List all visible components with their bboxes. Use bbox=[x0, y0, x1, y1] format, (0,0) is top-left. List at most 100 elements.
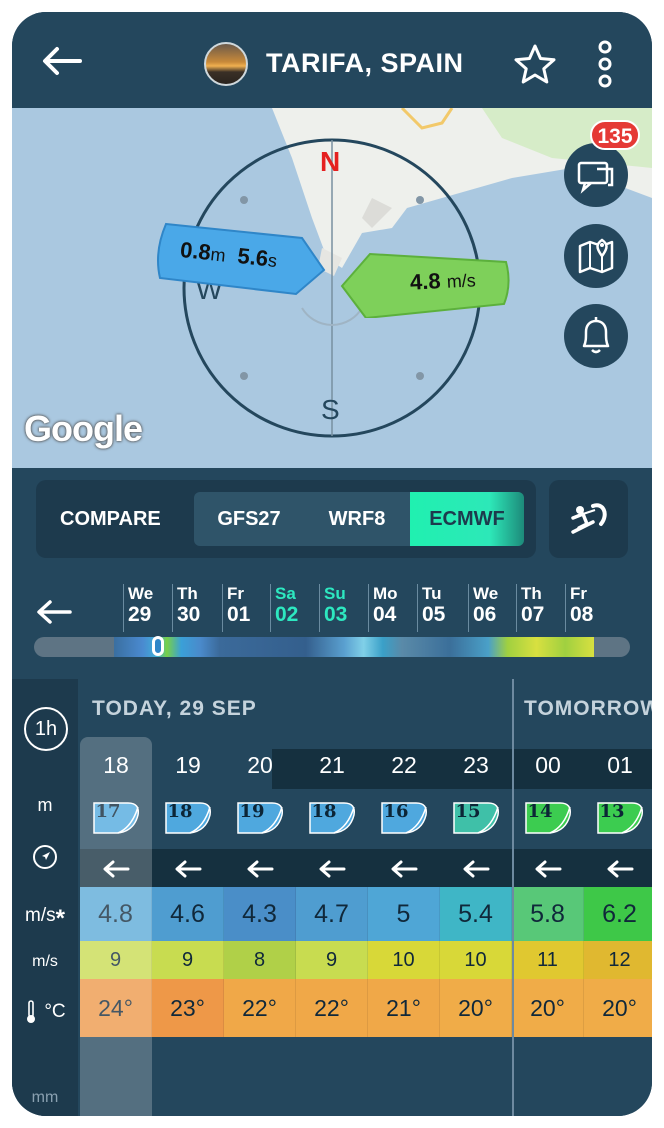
day-date: 06 bbox=[473, 603, 497, 626]
model-compare-bar: COMPARE GFS27 WRF8 ECMWF bbox=[36, 480, 536, 558]
wave-height-value: 17 bbox=[95, 801, 121, 822]
hour-cell[interactable]: 19 bbox=[152, 741, 224, 789]
wind-speed-cell: 4.3 bbox=[224, 887, 296, 941]
temp-unit-label: °C bbox=[44, 1001, 66, 1023]
hour-cell[interactable]: 18 bbox=[80, 741, 152, 789]
wave-height-value: 18 bbox=[167, 801, 193, 822]
wind-direction-arrow-icon bbox=[391, 860, 418, 878]
wind-speed-cell: 5.8 bbox=[512, 887, 584, 941]
day-name: Sa bbox=[275, 584, 296, 603]
wind-unit: m/s bbox=[446, 270, 477, 292]
timeline-handle[interactable] bbox=[152, 636, 164, 656]
wave-height: 0.8 bbox=[179, 236, 213, 266]
wind-reading: 4.8 m/s bbox=[409, 266, 476, 295]
wind-gust-cell: 9 bbox=[152, 941, 224, 979]
wave-height-value: 18 bbox=[311, 801, 337, 822]
day-name: We bbox=[128, 584, 154, 603]
day-tab[interactable]: Su 03 bbox=[319, 584, 365, 632]
day-tab[interactable]: Fr 08 bbox=[565, 584, 611, 632]
day-name: Th bbox=[521, 584, 542, 603]
day-tab[interactable]: Tu 05 bbox=[417, 584, 463, 632]
back-arrow-icon[interactable] bbox=[42, 46, 82, 76]
hour-cell[interactable]: 23 bbox=[440, 741, 512, 789]
map-pin-icon bbox=[578, 238, 614, 274]
alerts-button[interactable] bbox=[564, 304, 628, 368]
day-tab[interactable]: We 29 bbox=[123, 584, 169, 632]
top-bar: TARIFA, SPAIN bbox=[12, 12, 652, 108]
more-vertical-icon[interactable] bbox=[594, 40, 616, 88]
wind-speed-cell: 5 bbox=[368, 887, 440, 941]
wave-row-label: m bbox=[37, 795, 53, 815]
day-tab[interactable]: We 06 bbox=[468, 584, 514, 632]
days-back-arrow-icon[interactable] bbox=[36, 598, 72, 626]
day-separator bbox=[512, 679, 514, 1116]
wind-asterisk: * bbox=[55, 905, 65, 932]
forecast-table[interactable]: 1h m m/s* m/s °C mm TODAY, 29 SEP TOMORR… bbox=[12, 679, 652, 1116]
google-logo: Google bbox=[24, 408, 143, 449]
compare-button[interactable]: COMPARE bbox=[60, 508, 161, 531]
wave-period: 5.6 bbox=[236, 243, 270, 272]
wind-direction-arrow-icon bbox=[247, 860, 274, 878]
wind-direction-arrow-icon bbox=[175, 860, 202, 878]
forecast-timeline[interactable] bbox=[34, 637, 630, 657]
hour-cell[interactable]: 01 bbox=[584, 741, 652, 789]
day-tab[interactable]: Mo 04 bbox=[368, 584, 414, 632]
page-title: TARIFA, SPAIN bbox=[266, 48, 464, 78]
day-name: Su bbox=[324, 584, 346, 603]
interval-toggle[interactable]: 1h bbox=[24, 707, 68, 751]
wind-direction-arrow-icon bbox=[319, 860, 346, 878]
map-layers-button[interactable] bbox=[564, 224, 628, 288]
wave-height-value: 16 bbox=[383, 801, 409, 822]
day-date: 29 bbox=[128, 603, 152, 626]
activity-button[interactable] bbox=[549, 480, 628, 558]
wind-gust-cell: 9 bbox=[80, 941, 152, 979]
hour-cell[interactable]: 21 bbox=[296, 741, 368, 789]
model-tab-wrf8[interactable]: WRF8 bbox=[304, 492, 410, 546]
thermometer-icon bbox=[27, 1000, 36, 1023]
wind-gust-cell: 10 bbox=[440, 941, 512, 979]
wind-speed-cell: 5.4 bbox=[440, 887, 512, 941]
direction-compass-icon bbox=[33, 845, 57, 869]
temperature-cell: 23° bbox=[152, 979, 224, 1037]
day-tab[interactable]: Th 07 bbox=[516, 584, 562, 632]
day-date: 30 bbox=[177, 603, 201, 626]
day-date: 08 bbox=[570, 603, 594, 626]
wind-speed-cell: 6.2 bbox=[584, 887, 652, 941]
day-date: 03 bbox=[324, 603, 348, 626]
wind-row-label: m/s* bbox=[12, 905, 78, 933]
location-avatar bbox=[204, 42, 248, 86]
model-tab-ecmwf[interactable]: ECMWF bbox=[410, 492, 524, 546]
hour-cell[interactable]: 20 bbox=[224, 741, 296, 789]
wind-gust-cell: 8 bbox=[224, 941, 296, 979]
wave-height-unit: m bbox=[209, 244, 227, 266]
day-date: 02 bbox=[275, 603, 299, 626]
day-name: Tu bbox=[422, 584, 442, 603]
temperature-cell: 22° bbox=[296, 979, 368, 1037]
map-view[interactable]: N S W E 0.8m 5.6s 4.8 m/s Google bbox=[12, 108, 652, 468]
wave-height-value: 13 bbox=[599, 801, 625, 822]
wind-gust-cell: 10 bbox=[368, 941, 440, 979]
temperature-cell: 22° bbox=[224, 979, 296, 1037]
day-tab[interactable]: Th 30 bbox=[172, 584, 218, 632]
chat-button[interactable] bbox=[564, 143, 628, 207]
day-tab[interactable]: Fr 01 bbox=[222, 584, 268, 632]
day-tab[interactable]: Sa 02 bbox=[270, 584, 316, 632]
model-tab-gfs27[interactable]: GFS27 bbox=[194, 492, 304, 546]
temperature-cell: 20° bbox=[584, 979, 652, 1037]
compass-south: S bbox=[321, 394, 340, 425]
wind-gust-cell: 11 bbox=[512, 941, 584, 979]
wind-gust-cell: 12 bbox=[584, 941, 652, 979]
rain-row-label: mm bbox=[31, 1089, 59, 1106]
app-screen: TARIFA, SPAIN N S W 0.8m 5.6s 4.8 m/s Go… bbox=[12, 12, 652, 1116]
wind-gust-cell: 9 bbox=[296, 941, 368, 979]
hour-cell[interactable]: 00 bbox=[512, 741, 584, 789]
gust-row-label: m/s bbox=[32, 953, 58, 970]
day-name: Fr bbox=[570, 584, 587, 603]
temperature-cell: 21° bbox=[368, 979, 440, 1037]
day-date: 07 bbox=[521, 603, 545, 626]
temperature-cell: 20° bbox=[512, 979, 584, 1037]
star-icon[interactable] bbox=[512, 42, 558, 88]
hour-cell[interactable]: 22 bbox=[368, 741, 440, 789]
temp-row-label: °C bbox=[12, 999, 78, 1025]
tomorrow-header: TOMORROW bbox=[524, 697, 652, 720]
